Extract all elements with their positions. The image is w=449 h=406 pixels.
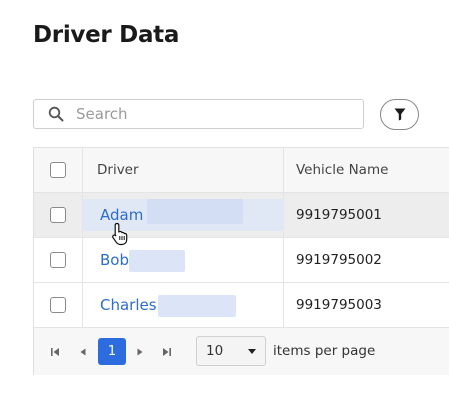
page-title: Driver Data (33, 22, 180, 48)
select-all-cell (34, 148, 83, 192)
column-header-driver[interactable]: Driver (83, 148, 284, 192)
table-row[interactable]: Adam 9919795001 (34, 193, 449, 238)
table-row[interactable]: Bob 9919795002 (34, 238, 449, 283)
table-header-row: Driver Vehicle Name (34, 148, 449, 193)
redacted-block (158, 295, 236, 317)
pager: 1 10 items per page (34, 328, 449, 375)
table-row[interactable]: Charles 9919795003 (34, 283, 449, 328)
vehicle-cell: 9919795001 (284, 193, 449, 237)
row-checkbox-cell (34, 193, 83, 237)
row-checkbox[interactable] (50, 207, 66, 223)
vehicle-cell: 9919795003 (284, 283, 449, 327)
driver-link[interactable]: Charles (100, 296, 157, 314)
row-checkbox[interactable] (50, 252, 66, 268)
vehicle-name: 9919795003 (296, 297, 382, 313)
search-box[interactable] (33, 99, 364, 129)
items-per-page-label: items per page (273, 343, 376, 359)
search-input[interactable] (76, 104, 356, 124)
first-page-icon[interactable] (49, 346, 61, 358)
page-size-value: 10 (206, 343, 224, 359)
vehicle-name: 9919795002 (296, 252, 382, 268)
vehicle-name: 9919795001 (296, 207, 382, 223)
select-all-checkbox[interactable] (50, 162, 66, 178)
filter-button[interactable] (380, 99, 419, 130)
search-icon (48, 106, 64, 122)
redacted-block (129, 250, 185, 272)
driver-data-page: Driver Data Driver Vehicle Name (0, 0, 449, 406)
redacted-block (147, 199, 243, 224)
driver-cell: Charles (83, 283, 284, 327)
next-page-icon[interactable] (134, 346, 146, 358)
last-page-icon[interactable] (161, 346, 173, 358)
row-checkbox-cell (34, 238, 83, 282)
column-header-vehicle-name[interactable]: Vehicle Name (284, 148, 449, 192)
vehicle-cell: 9919795002 (284, 238, 449, 282)
page-size-select[interactable]: 10 (196, 336, 266, 366)
driver-link[interactable]: Bob (100, 251, 129, 269)
driver-grid: Driver Vehicle Name Adam 9919795001 Bob (33, 147, 449, 375)
hand-pointer-cursor-icon (112, 222, 128, 246)
previous-page-icon[interactable] (77, 346, 89, 358)
row-checkbox-cell (34, 283, 83, 327)
filter-icon (394, 108, 405, 121)
row-checkbox[interactable] (50, 297, 66, 313)
page-button-current[interactable]: 1 (98, 338, 126, 365)
chevron-down-icon (248, 349, 256, 354)
